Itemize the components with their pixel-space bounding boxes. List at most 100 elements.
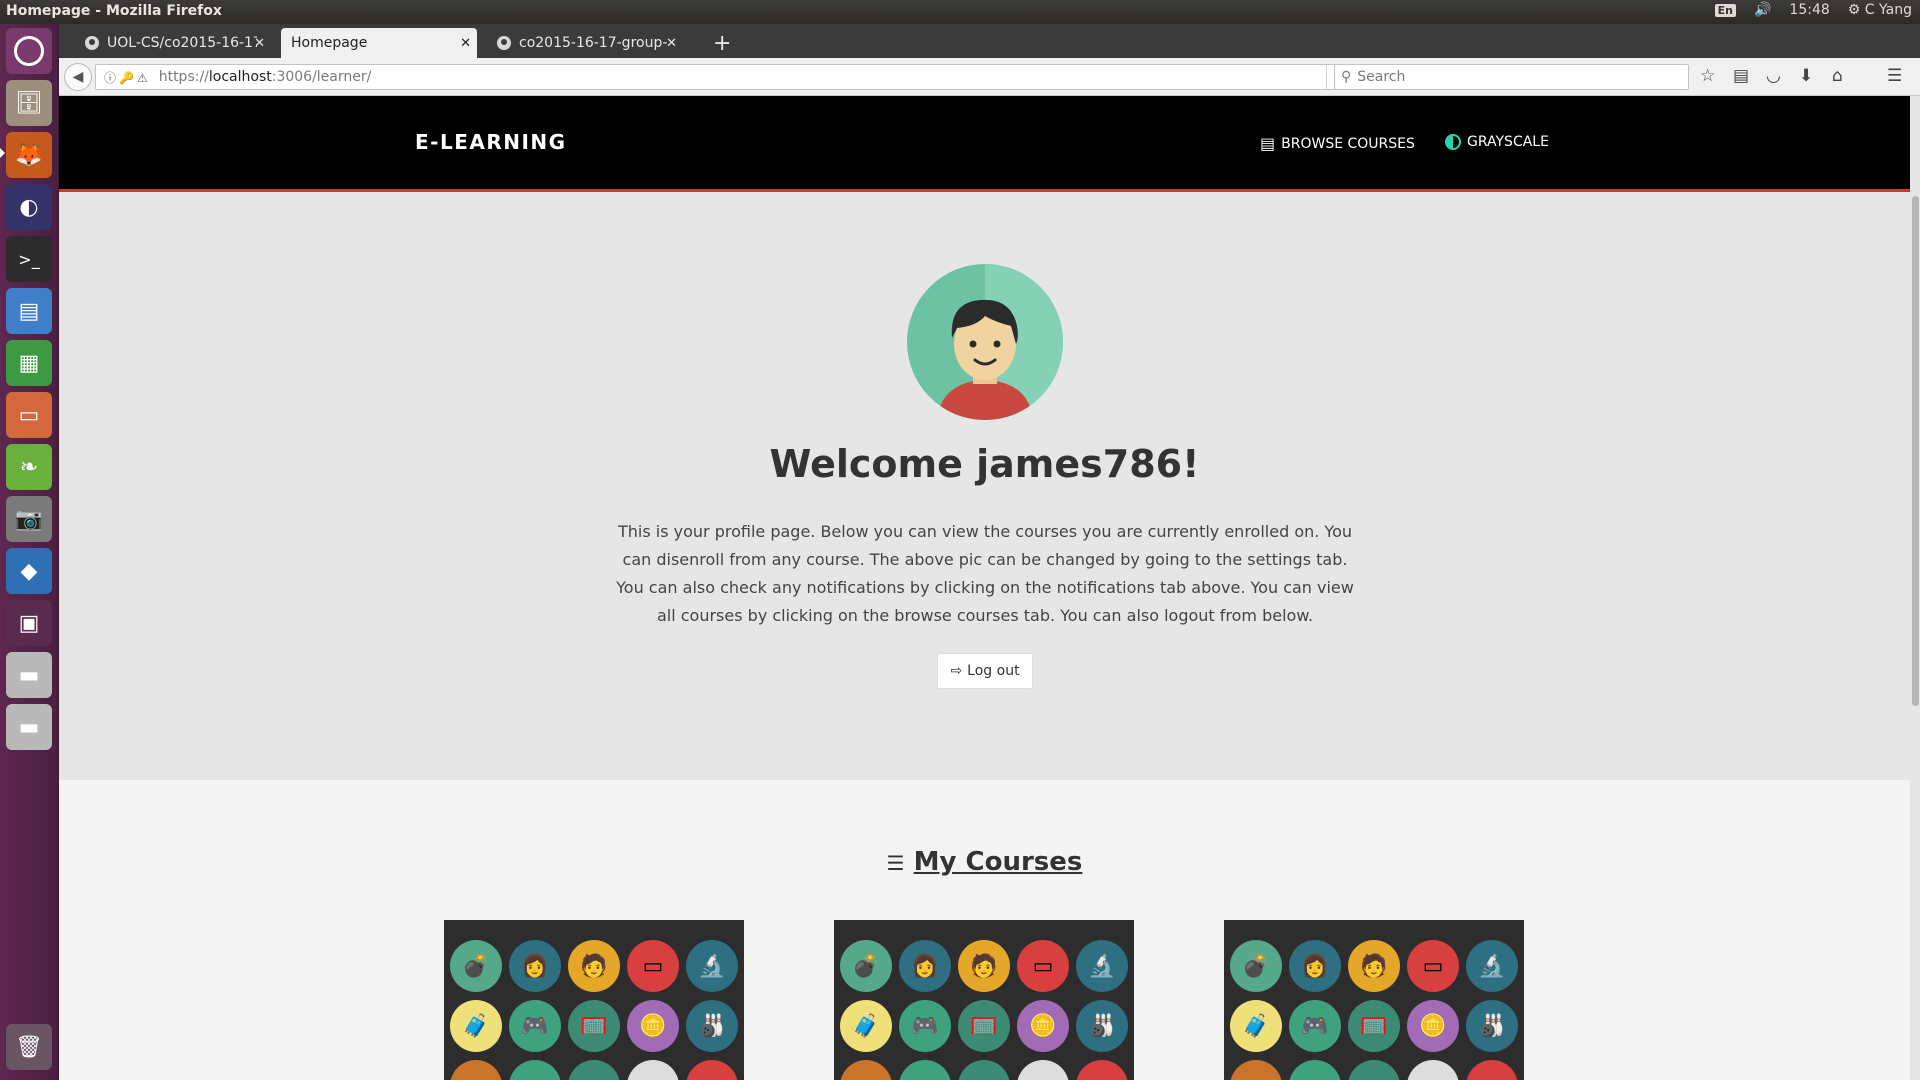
misc-icon bbox=[450, 1060, 502, 1080]
menu-icon[interactable]: ☰ bbox=[1887, 66, 1902, 86]
tab-homepage[interactable]: Homepage ✕ bbox=[281, 28, 477, 58]
gamepad-icon: 🎮 bbox=[899, 1000, 951, 1052]
course-image: 💣 👩 🧑 ▭ 🔬 🧳 🎮 🥅 🪙 🎳 bbox=[450, 940, 740, 1080]
course-card[interactable]: 💣 👩 🧑 ▭ 🔬 🧳 🎮 🥅 🪙 🎳 bbox=[834, 920, 1134, 1080]
goal-icon: 🥅 bbox=[568, 1000, 620, 1052]
trash-icon[interactable]: 🗑 bbox=[6, 1024, 52, 1070]
site-brand[interactable]: E-LEARNING bbox=[415, 130, 567, 154]
my-courses-heading: ☰ My Courses bbox=[59, 847, 1910, 877]
github-icon bbox=[85, 36, 99, 50]
close-tab-icon[interactable]: ✕ bbox=[254, 36, 265, 51]
misc-icon bbox=[1407, 1060, 1459, 1080]
course-card[interactable]: 💣 👩 🧑 ▭ 🔬 🧳 🎮 🥅 🪙 🎳 bbox=[444, 920, 744, 1080]
misc-icon bbox=[899, 1060, 951, 1080]
arrow-left-icon: ◀ bbox=[72, 69, 84, 85]
suitcase-icon: 🧳 bbox=[450, 1000, 502, 1052]
woman-icon: 👩 bbox=[899, 940, 951, 992]
writer-icon[interactable]: ▤ bbox=[6, 288, 52, 334]
search-input[interactable]: ⚲ Search bbox=[1334, 64, 1689, 90]
reading-list-icon[interactable]: ▤ bbox=[1733, 66, 1749, 86]
scrollbar-thumb[interactable] bbox=[1912, 196, 1919, 706]
suitcase-icon: 🧳 bbox=[1230, 1000, 1282, 1052]
list-icon: ▤ bbox=[1260, 134, 1276, 153]
nav-browse-courses[interactable]: ▤ BROWSE COURSES bbox=[1260, 134, 1415, 153]
misc-icon bbox=[840, 1060, 892, 1080]
course-image: 💣 👩 🧑 ▭ 🔬 🧳 🎮 🥅 🪙 🎳 bbox=[1230, 940, 1520, 1080]
explorer-icon: 🧑 bbox=[568, 940, 620, 992]
misc-icon bbox=[1348, 1060, 1400, 1080]
spring-icon[interactable]: ❧ bbox=[6, 444, 52, 490]
gamepad-icon: 🎮 bbox=[509, 1000, 561, 1052]
launcher: 🗄 🦊 ◐ >_ ▤ ▦ ▭ ❧ 📷 ◆ ▣ ▬ ▬ 🗑 bbox=[0, 24, 59, 1080]
page-content: E-LEARNING ▤ BROWSE COURSES GRAYSCALE We… bbox=[59, 96, 1910, 1080]
course-card[interactable]: 💣 👩 🧑 ▭ 🔬 🧳 🎮 🥅 🪙 🎳 bbox=[1224, 920, 1524, 1080]
eclipse-icon[interactable]: ◐ bbox=[6, 184, 52, 230]
dash-home-icon[interactable] bbox=[6, 28, 52, 74]
top-panel: Homepage - Mozilla Firefox En 🔊 15:48 ⚙ … bbox=[0, 0, 1920, 24]
explorer-icon: 🧑 bbox=[1348, 940, 1400, 992]
coins-icon: 🪙 bbox=[627, 1000, 679, 1052]
nav-toolbar: ◀ ⓘ🔑⚠ https://localhost:3006/learner/ ↻ … bbox=[59, 58, 1920, 96]
bookmark-star-icon[interactable]: ☆ bbox=[1700, 66, 1715, 86]
keyboard-layout-indicator[interactable]: En bbox=[1714, 3, 1736, 17]
sign-out-icon: ⇨ bbox=[950, 663, 963, 679]
drive-icon-2[interactable]: ▬ bbox=[6, 704, 52, 750]
download-icon[interactable]: ⬇ bbox=[1799, 66, 1813, 86]
logout-label: Log out bbox=[967, 663, 1020, 679]
bomb-icon: 💣 bbox=[1230, 940, 1282, 992]
tab-uol-cs[interactable]: UOL-CS/co2015-16-17-g ✕ bbox=[75, 28, 271, 58]
impress-icon[interactable]: ▭ bbox=[6, 392, 52, 438]
pocket-icon[interactable]: ◡ bbox=[1766, 66, 1781, 86]
user-menu[interactable]: ⚙ C Yang bbox=[1848, 2, 1912, 18]
explorer-icon: 🧑 bbox=[958, 940, 1010, 992]
files-icon[interactable]: 🗄 bbox=[6, 80, 52, 126]
calc-icon[interactable]: ▦ bbox=[6, 340, 52, 386]
tablet-icon: ▭ bbox=[1017, 940, 1069, 992]
misc-icon bbox=[1076, 1060, 1128, 1080]
tab-label: UOL-CS/co2015-16-17-g bbox=[107, 35, 257, 51]
logout-button[interactable]: ⇨ Log out bbox=[937, 653, 1033, 689]
volume-icon[interactable]: 🔊 bbox=[1754, 2, 1771, 18]
suitcase-icon: 🧳 bbox=[840, 1000, 892, 1052]
user-name: C Yang bbox=[1864, 2, 1912, 18]
my-courses-title: My Courses bbox=[913, 847, 1083, 877]
clock[interactable]: 15:48 bbox=[1789, 2, 1829, 18]
terminal-icon[interactable]: >_ bbox=[6, 236, 52, 282]
back-button[interactable]: ◀ bbox=[64, 63, 92, 91]
window-title: Homepage - Mozilla Firefox bbox=[6, 3, 222, 19]
tab-group-10[interactable]: co2015-16-17-group-10 ✕ bbox=[487, 28, 683, 58]
close-tab-icon[interactable]: ✕ bbox=[460, 36, 471, 51]
bomb-icon: 💣 bbox=[840, 940, 892, 992]
list-ol-icon: ☰ bbox=[886, 851, 905, 875]
goal-icon: 🥅 bbox=[958, 1000, 1010, 1052]
misc-icon bbox=[686, 1060, 738, 1080]
woman-icon: 👩 bbox=[1289, 940, 1341, 992]
virtualbox-icon[interactable]: ◆ bbox=[6, 548, 52, 594]
microscope-icon: 🔬 bbox=[686, 940, 738, 992]
course-image: 💣 👩 🧑 ▭ 🔬 🧳 🎮 🥅 🪙 🎳 bbox=[840, 940, 1130, 1080]
url-bar[interactable]: ⓘ🔑⚠ https://localhost:3006/learner/ ↻ bbox=[95, 64, 1357, 90]
coins-icon: 🪙 bbox=[1017, 1000, 1069, 1052]
tablet-icon: ▭ bbox=[1407, 940, 1459, 992]
woman-icon: 👩 bbox=[509, 940, 561, 992]
misc-icon bbox=[627, 1060, 679, 1080]
nav-grayscale-label: GRAYSCALE bbox=[1467, 134, 1549, 150]
firefox-icon[interactable]: 🦊 bbox=[6, 132, 52, 178]
camera-icon[interactable]: 📷 bbox=[6, 496, 52, 542]
page-scrollbar[interactable] bbox=[1910, 96, 1920, 1080]
home-icon[interactable]: ⌂ bbox=[1832, 66, 1843, 86]
misc-icon bbox=[1466, 1060, 1518, 1080]
search-icon: ⚲ bbox=[1341, 69, 1352, 85]
bowling-icon: 🎳 bbox=[1076, 1000, 1128, 1052]
new-tab-button[interactable]: + bbox=[703, 28, 741, 58]
site-info-icon[interactable]: ⓘ🔑⚠ bbox=[96, 69, 159, 86]
gear-icon: ⚙ bbox=[1847, 2, 1861, 18]
site-header: E-LEARNING ▤ BROWSE COURSES GRAYSCALE bbox=[59, 96, 1910, 192]
system-tray: En 🔊 15:48 ⚙ C Yang bbox=[1714, 2, 1912, 18]
close-tab-icon[interactable]: ✕ bbox=[666, 36, 677, 51]
nav-grayscale[interactable]: GRAYSCALE bbox=[1445, 134, 1549, 150]
workspace-switcher-icon[interactable]: ▣ bbox=[6, 600, 52, 646]
active-app-indicator bbox=[0, 148, 5, 158]
drive-icon[interactable]: ▬ bbox=[6, 652, 52, 698]
misc-icon bbox=[1017, 1060, 1069, 1080]
